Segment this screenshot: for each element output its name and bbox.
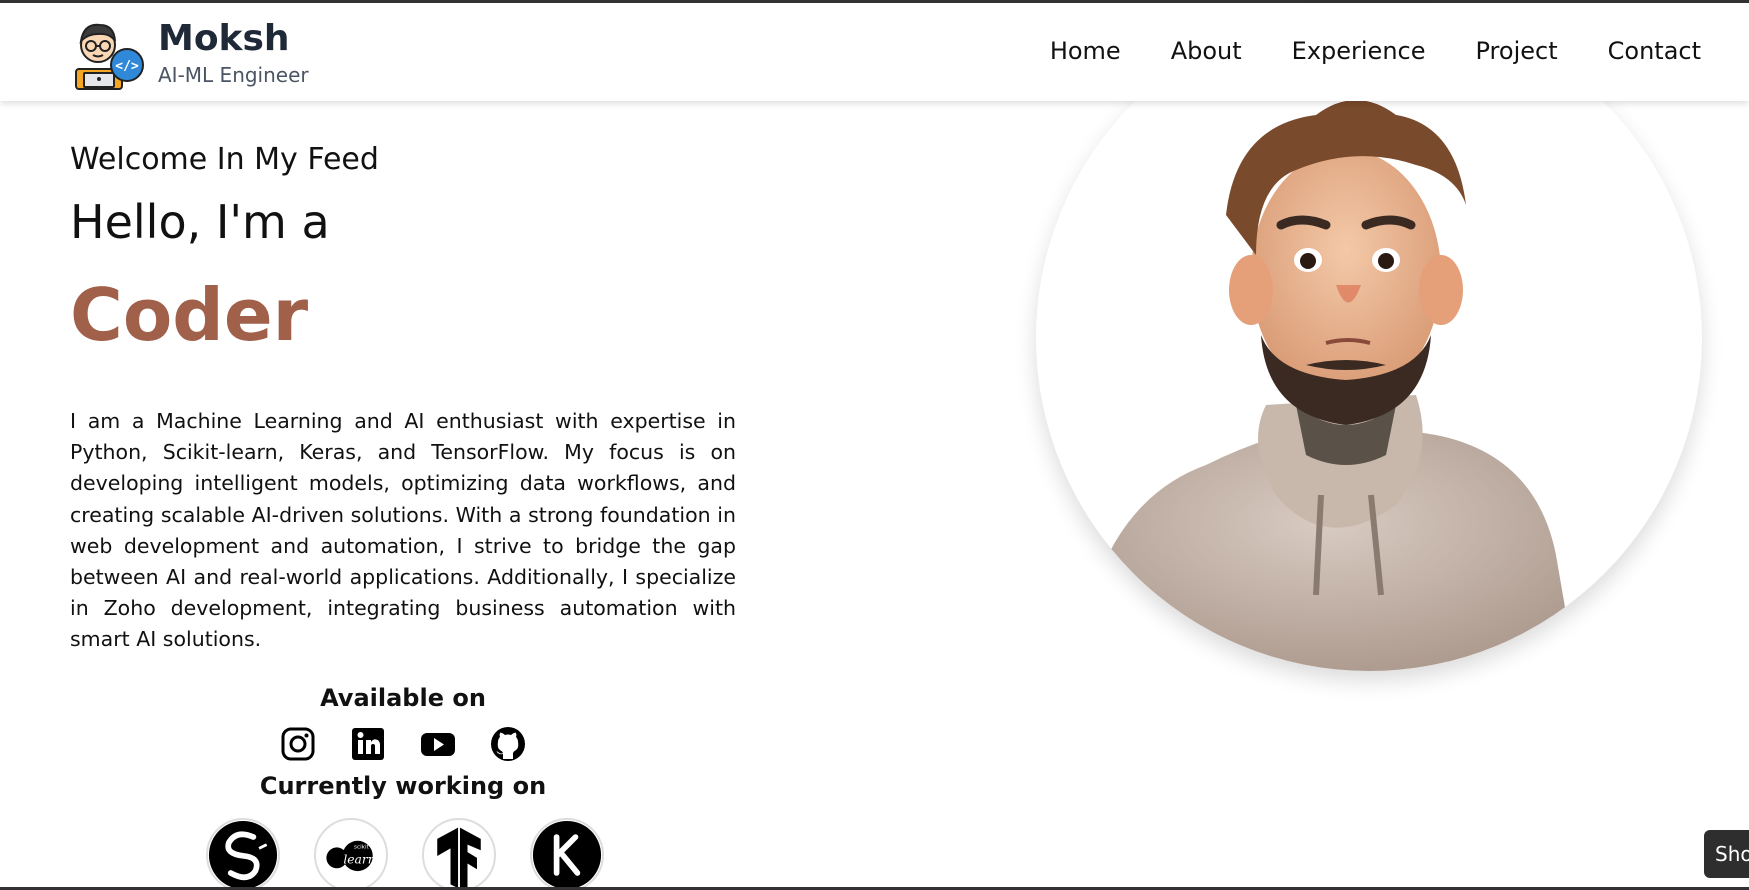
- github-icon[interactable]: [490, 726, 526, 762]
- brand-subtitle: AI-ML Engineer: [158, 63, 309, 87]
- tech-stack-row: learn scikit: [206, 818, 604, 890]
- hello-heading: Hello, I'm a: [70, 195, 330, 249]
- cartoon-character-illustration: [1076, 100, 1576, 671]
- nav-home-link[interactable]: Home: [1050, 37, 1121, 65]
- brand-name: Moksh: [158, 18, 290, 59]
- svg-text:</>: </>: [115, 59, 139, 74]
- svg-text:learn: learn: [343, 853, 375, 867]
- tensorflow-icon: [422, 818, 496, 890]
- profile-portrait: [1036, 75, 1702, 671]
- working-heading: Currently working on: [259, 772, 547, 800]
- svg-text:scikit: scikit: [354, 844, 369, 850]
- developer-avatar-icon: </>: [75, 23, 144, 90]
- nav-contact-link[interactable]: Contact: [1608, 37, 1701, 65]
- welcome-text: Welcome In My Feed: [70, 142, 379, 177]
- bio-paragraph: I am a Machine Learning and AI enthusias…: [70, 409, 736, 652]
- navbar: </> Moksh AI-ML Engineer Home About Expe…: [0, 3, 1749, 101]
- nav-experience-link[interactable]: Experience: [1292, 37, 1426, 65]
- hero-intro: Welcome In My Feed Hello, I'm a Coder I …: [70, 140, 736, 656]
- nav-about-link[interactable]: About: [1171, 37, 1242, 65]
- linkedin-icon[interactable]: [350, 726, 386, 762]
- nav-project-link[interactable]: Project: [1476, 37, 1558, 65]
- keras-icon: [530, 818, 604, 890]
- brand[interactable]: </> Moksh AI-ML Engineer: [70, 15, 309, 91]
- role-word: Coder: [70, 273, 309, 357]
- instagram-icon[interactable]: [280, 726, 316, 762]
- seaborn-icon: [206, 818, 280, 890]
- youtube-icon[interactable]: [420, 726, 456, 762]
- available-heading: Available on: [320, 684, 486, 712]
- show-floating-button[interactable]: Sho: [1704, 830, 1749, 878]
- main-nav: Home About Experience Project Contact: [1050, 37, 1701, 65]
- scikit-learn-icon: learn scikit: [314, 818, 388, 890]
- available-on-section: Available on: [70, 682, 736, 762]
- currently-working-section: Currently working on: [70, 770, 736, 802]
